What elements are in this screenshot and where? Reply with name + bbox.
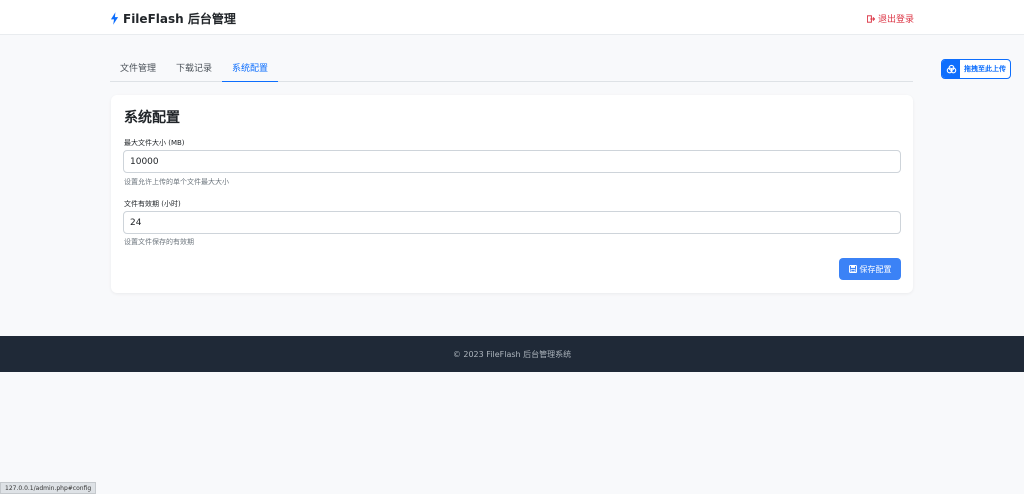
tab-file-management[interactable]: 文件管理 bbox=[110, 55, 166, 82]
expiry-label: 文件有效期 (小时) bbox=[124, 200, 181, 208]
upload-icon-box bbox=[942, 60, 960, 78]
tab-bar: 文件管理 下载记录 系统配置 bbox=[110, 55, 913, 82]
top-header: FileFlash 后台管理 退出登录 bbox=[0, 0, 1024, 35]
drag-upload-button[interactable]: 拖拽至此上传 bbox=[941, 59, 1011, 79]
footer-text: © 2023 FileFlash 后台管理系统 bbox=[452, 349, 572, 359]
max-size-input[interactable] bbox=[123, 150, 901, 173]
tab-download-records[interactable]: 下载记录 bbox=[166, 55, 222, 82]
config-card: 系统配置 最大文件大小 (MB) 设置允许上传的单个文件最大大小 文件有效期 (… bbox=[111, 95, 913, 293]
upload-button-label: 拖拽至此上传 bbox=[964, 65, 1006, 73]
max-size-help: 设置允许上传的单个文件最大大小 bbox=[124, 178, 229, 186]
expiry-help: 设置文件保存的有效期 bbox=[124, 238, 194, 246]
page-footer: © 2023 FileFlash 后台管理系统 bbox=[0, 336, 1024, 372]
save-config-label: 保存配置 bbox=[859, 264, 892, 274]
tab-system-config[interactable]: 系统配置 bbox=[222, 55, 279, 82]
save-icon bbox=[848, 265, 857, 273]
cloud-upload-icon bbox=[946, 64, 956, 73]
save-config-button[interactable]: 保存配置 bbox=[839, 258, 901, 280]
logout-icon bbox=[866, 14, 875, 23]
brand-title: FileFlash 后台管理 bbox=[123, 12, 236, 26]
card-title: 系统配置 bbox=[124, 110, 180, 126]
logout-label: 退出登录 bbox=[877, 15, 914, 25]
lightning-icon bbox=[110, 12, 119, 25]
expiry-input[interactable] bbox=[123, 211, 901, 234]
logout-link[interactable]: 退出登录 bbox=[866, 12, 914, 25]
max-size-label: 最大文件大小 (MB) bbox=[124, 139, 185, 147]
status-bar-url: 127.0.0.1/admin.php#config bbox=[0, 482, 97, 494]
brand[interactable]: FileFlash 后台管理 bbox=[110, 10, 236, 27]
